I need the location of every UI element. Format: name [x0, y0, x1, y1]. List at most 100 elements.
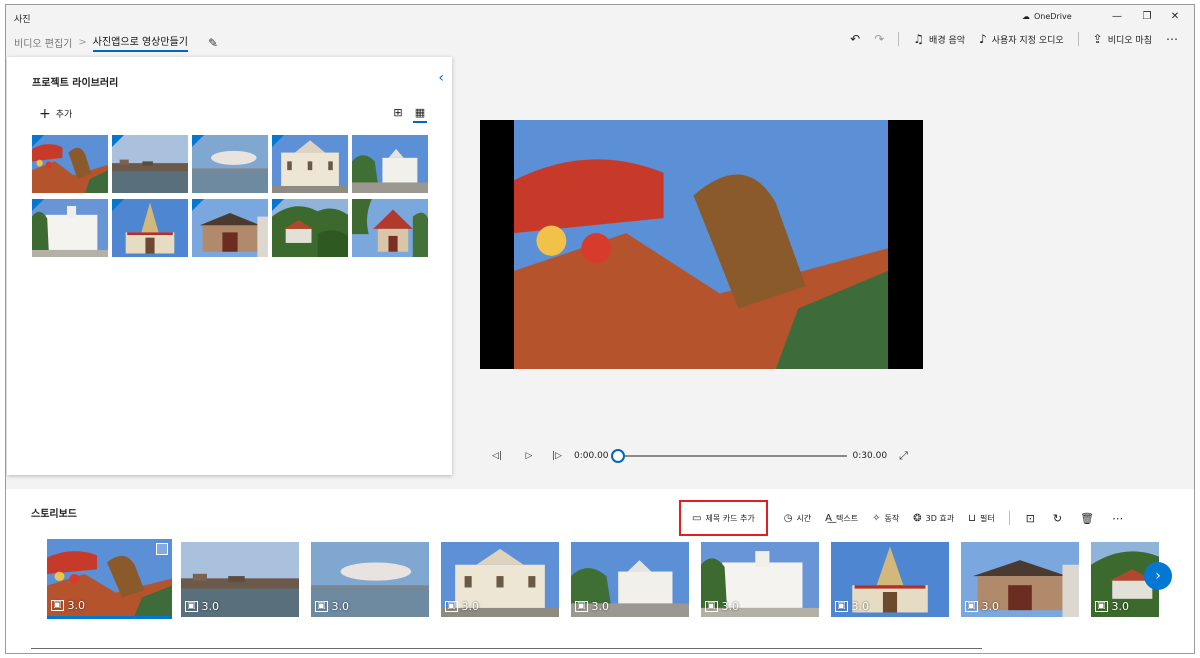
music-note-icon: ♫ — [913, 32, 925, 46]
project-name: 사진앱으로 영상만들기 — [92, 33, 188, 52]
in-use-marker — [32, 199, 44, 211]
breadcrumb: 비디오 편집기 > 사진앱으로 영상만들기 ✎ — [14, 33, 218, 52]
close-button[interactable]: ✕ — [1167, 10, 1183, 24]
filters-button[interactable]: ⊔ 필터 — [968, 508, 995, 528]
duration-button[interactable]: ◷ 시간 — [784, 508, 811, 528]
in-use-marker — [192, 135, 204, 147]
image-icon: ▣ — [575, 601, 588, 612]
title-card-icon: ▭ — [692, 512, 702, 524]
large-view-icon[interactable]: ⊞ — [391, 106, 405, 119]
rotate-icon[interactable]: ↻ — [1053, 512, 1062, 525]
storyboard-clip[interactable]: ▣ 3.0 — [701, 542, 819, 617]
storyboard-scrollbar[interactable] — [31, 648, 982, 649]
storyboard-clip[interactable]: ▣ 3.0 — [47, 539, 172, 619]
photos-window: 사진 ☁ OneDrive — ❐ ✕ 비디오 편집기 > 사진앱으로 영상만들… — [5, 4, 1195, 654]
small-view-icon[interactable]: ▦ — [413, 106, 427, 123]
more-options-icon[interactable]: ⋯ — [1166, 32, 1178, 46]
library-grid — [32, 135, 438, 257]
text-button[interactable]: A͟ 텍스트 — [825, 508, 858, 528]
add-title-card-button[interactable]: ▭ 제목 카드 추가 — [679, 500, 768, 536]
fullscreen-icon[interactable]: ⤢ — [899, 449, 908, 463]
storyboard-strip: ▣ 3.0 ▣ 3.0 ▣ 3.0 ▣ 3.0 ▣ 3.0 ▣ 3.0 ▣ 3.0 ▣ 3.0 ▣ 3.0 — [47, 539, 1159, 623]
breadcrumb-video-editor[interactable]: 비디오 편집기 — [14, 35, 72, 50]
custom-audio-label: 사용자 지정 오디오 — [991, 35, 1064, 46]
text-label: 텍스트 — [836, 513, 859, 523]
clip-duration-label: 3.0 — [721, 600, 740, 613]
seek-thumb[interactable] — [610, 449, 625, 463]
filter-icon: ⊔ — [968, 512, 976, 524]
storyboard-clip[interactable]: ▣ 3.0 — [181, 542, 299, 617]
total-time: 0:30.00 — [852, 451, 888, 461]
in-use-marker — [112, 199, 124, 211]
clip-duration: ▣ 3.0 — [445, 600, 479, 613]
clip-duration-label: 3.0 — [851, 600, 870, 613]
current-time: 0:00.00 — [574, 451, 609, 461]
finish-video-label: 비디오 마침 — [1107, 35, 1152, 46]
add-title-card-label: 제목 카드 추가 — [705, 513, 755, 523]
storyboard-clip[interactable]: ▣ 3.0 — [571, 542, 689, 617]
filters-label: 필터 — [979, 513, 995, 523]
clip-duration-label: 3.0 — [1111, 600, 1130, 613]
storyboard-clip[interactable]: ▣ 3.0 — [961, 542, 1079, 617]
clip-duration: ▣ 3.0 — [705, 600, 739, 613]
library-thumbnail[interactable] — [352, 135, 428, 193]
add-media-button[interactable]: + 추가 — [39, 107, 72, 121]
image-icon: ▣ — [185, 601, 198, 612]
motion-label: 동작 — [884, 513, 900, 523]
image-icon: ▣ — [51, 600, 64, 611]
library-thumbnail[interactable] — [352, 199, 428, 257]
storyboard-clip[interactable]: ▣ 3.0 — [311, 542, 429, 617]
storyboard-toolbar: ▭ 제목 카드 추가 ◷ 시간 A͟ 텍스트 ✧ 동작 ❂ 3D 효과 ⊔ 필터 — [679, 500, 1141, 536]
library-title: 프로젝트 라이브러리 — [32, 78, 119, 89]
storyboard-clip[interactable]: ▣ 3.0 — [441, 542, 559, 617]
3d-effects-button[interactable]: ❂ 3D 효과 — [913, 508, 954, 528]
library-thumbnail[interactable] — [32, 135, 108, 193]
storyboard-clip[interactable]: ▣ 3.0 — [831, 542, 949, 617]
clip-duration-label: 3.0 — [331, 600, 350, 613]
finish-video-button[interactable]: ⇪ 비디오 마침 — [1093, 32, 1152, 46]
scroll-right-button[interactable]: › — [1144, 562, 1172, 590]
project-library-panel: 프로젝트 라이브러리 ‹ + 추가 ⊞ ▦ — [7, 57, 452, 475]
custom-audio-button[interactable]: ♪ 사용자 지정 오디오 — [979, 32, 1064, 46]
image-icon: ▣ — [315, 601, 328, 612]
restore-button[interactable]: ❐ — [1139, 10, 1155, 24]
more-options-icon[interactable]: ⋯ — [1112, 512, 1123, 525]
redo-icon[interactable]: ↷ — [874, 32, 884, 46]
library-thumbnail[interactable] — [192, 199, 268, 257]
video-preview — [480, 120, 923, 369]
background-music-label: 배경 음악 — [929, 35, 966, 46]
play-icon[interactable]: ▷ — [522, 451, 536, 461]
library-thumbnail[interactable] — [112, 199, 188, 257]
resize-icon[interactable]: ⊡ — [1026, 512, 1035, 525]
divider — [898, 32, 900, 46]
previous-frame-icon[interactable]: ◁| — [490, 451, 504, 461]
app-title: 사진 — [14, 15, 31, 25]
clip-duration-label: 3.0 — [461, 600, 480, 613]
minimize-button[interactable]: — — [1109, 10, 1125, 24]
library-thumbnail[interactable] — [112, 135, 188, 193]
undo-icon[interactable]: ↶ — [850, 32, 860, 46]
storyboard-title: 스토리보드 — [31, 509, 77, 520]
clip-duration-label: 3.0 — [591, 600, 610, 613]
onedrive-status[interactable]: ☁ OneDrive — [1022, 12, 1072, 21]
library-thumbnail[interactable] — [32, 199, 108, 257]
motion-button[interactable]: ✧ 동작 — [872, 508, 899, 528]
rename-pencil-icon[interactable]: ✎ — [208, 36, 218, 50]
in-use-marker — [192, 199, 204, 211]
clip-duration: ▣ 3.0 — [965, 600, 999, 613]
select-checkbox[interactable] — [156, 543, 168, 555]
clip-duration-label: 3.0 — [201, 600, 220, 613]
next-frame-icon[interactable]: |▷ — [550, 451, 564, 461]
library-thumbnail[interactable] — [272, 199, 348, 257]
text-icon: A͟ — [825, 512, 833, 524]
library-thumbnail[interactable] — [272, 135, 348, 193]
seek-bar[interactable] — [610, 449, 847, 463]
collapse-library-icon[interactable]: ‹ — [438, 70, 444, 86]
clip-duration-label: 3.0 — [67, 599, 86, 612]
title-bar: 사진 ☁ OneDrive — ❐ ✕ — [6, 5, 1194, 29]
library-thumbnail[interactable] — [192, 135, 268, 193]
clip-duration: ▣ 3.0 — [1095, 600, 1129, 613]
background-music-button[interactable]: ♫ 배경 음악 — [913, 32, 965, 46]
delete-icon[interactable]: 🗑 — [1080, 512, 1094, 525]
breadcrumb-separator: > — [78, 37, 87, 48]
